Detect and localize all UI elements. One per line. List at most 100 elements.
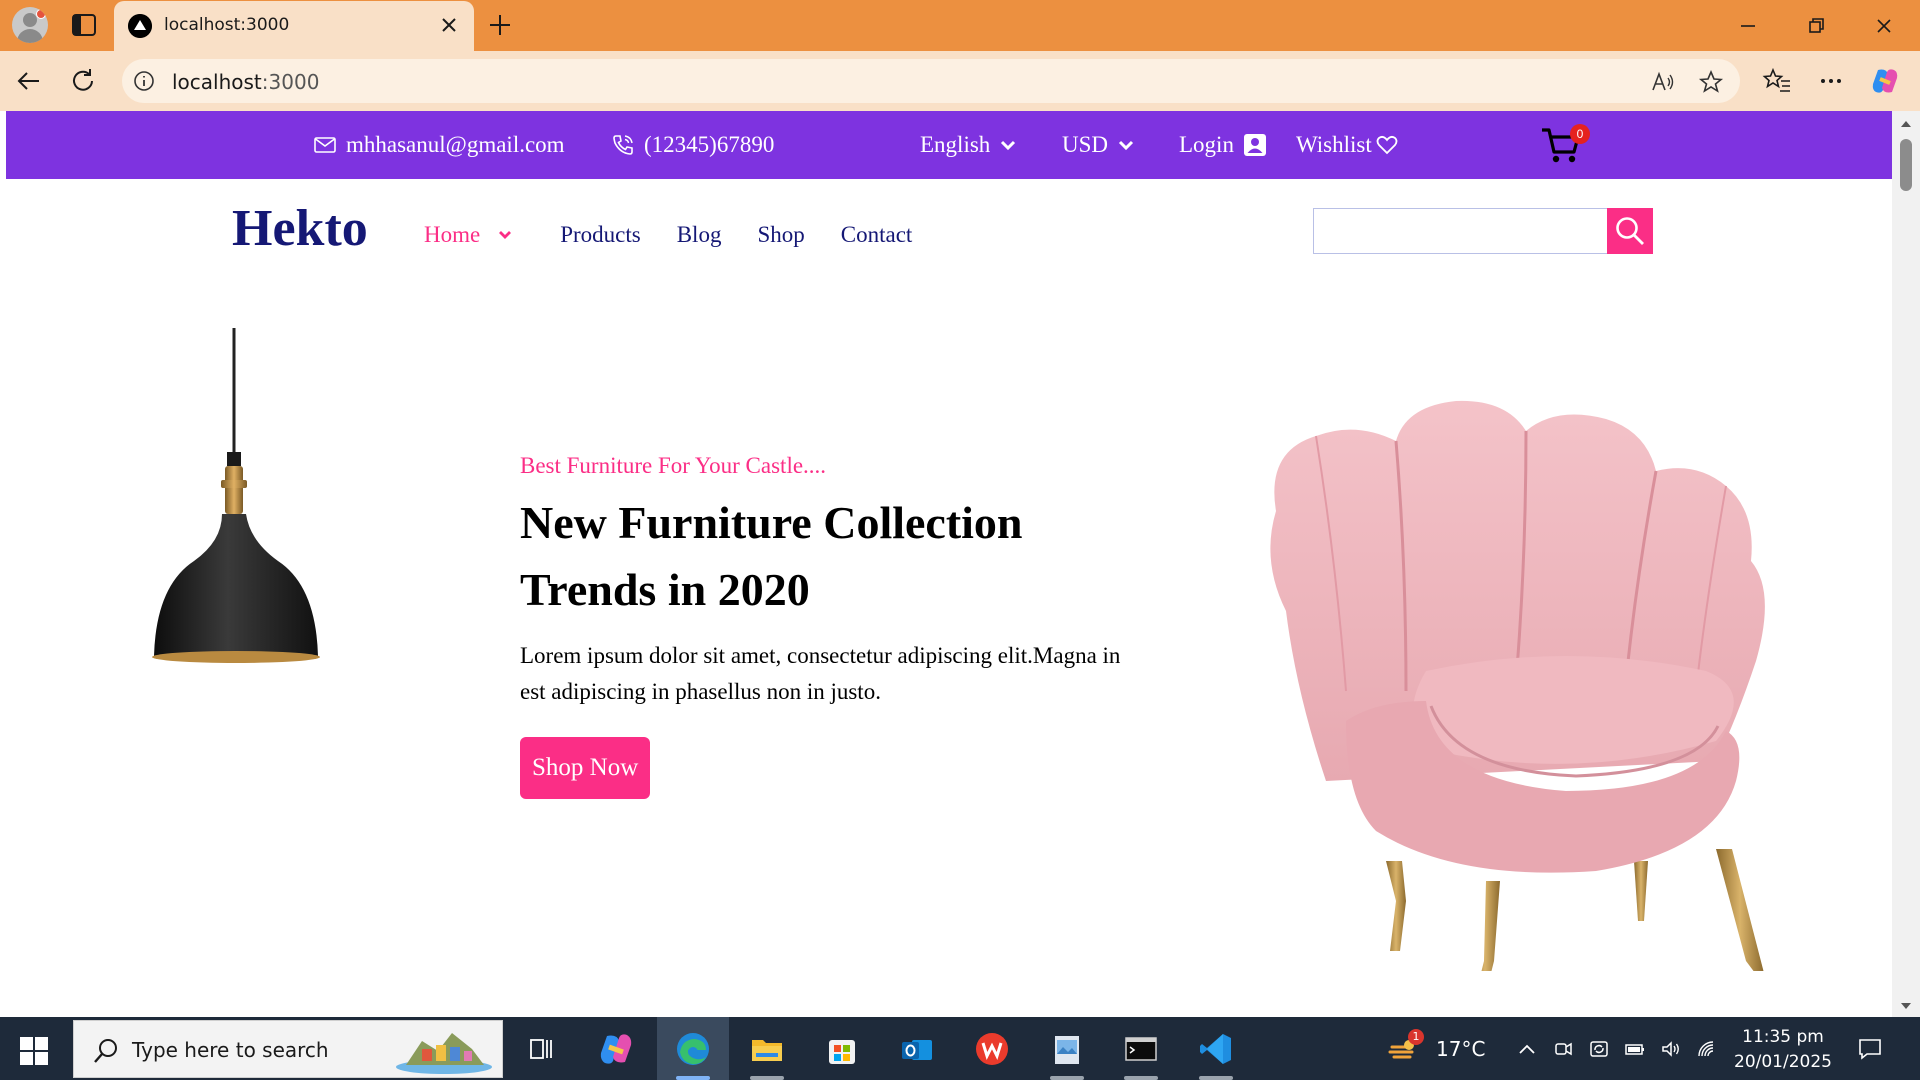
search-highlight-illustration-icon bbox=[396, 1033, 492, 1074]
vscode-running-indicator bbox=[1199, 1076, 1233, 1080]
outlook-icon[interactable] bbox=[898, 1030, 936, 1068]
menu-item-home[interactable]: Home bbox=[424, 222, 512, 248]
url-bar[interactable]: localhost:3000 bbox=[122, 59, 1740, 103]
chevron-down-icon bbox=[1001, 140, 1016, 151]
restore-icon[interactable] bbox=[1802, 12, 1830, 40]
email-contact[interactable]: mhhasanul@gmail.com bbox=[314, 111, 565, 179]
minimize-icon[interactable] bbox=[1734, 12, 1762, 40]
sync-status-icon[interactable] bbox=[1588, 1039, 1610, 1059]
site-logo[interactable]: Hekto bbox=[232, 199, 368, 258]
terminal-icon[interactable] bbox=[1122, 1030, 1160, 1068]
explorer-running-indicator bbox=[750, 1076, 784, 1080]
language-label: English bbox=[920, 132, 991, 157]
hero-headline: New Furniture Collection Trends in 2020 bbox=[520, 497, 1023, 615]
close-tab-icon[interactable] bbox=[438, 14, 460, 36]
wps-office-icon[interactable] bbox=[973, 1030, 1011, 1068]
copilot-icon[interactable] bbox=[597, 1030, 635, 1068]
search-icon bbox=[94, 1039, 117, 1063]
edge-icon[interactable] bbox=[674, 1030, 712, 1068]
read-aloud-icon[interactable] bbox=[1650, 69, 1676, 95]
main-menu: Home Products Blog Shop Contact bbox=[424, 215, 948, 255]
search-input[interactable] bbox=[1314, 209, 1606, 253]
menu-item-products[interactable]: Products bbox=[560, 222, 641, 248]
copilot-icon[interactable] bbox=[1870, 66, 1900, 96]
notifications-icon[interactable] bbox=[1857, 1037, 1883, 1061]
menu-item-blog[interactable]: Blog bbox=[677, 222, 722, 248]
hero-text-block: Best Furniture For Your Castle.... New F… bbox=[520, 453, 1140, 799]
wifi-icon[interactable] bbox=[1696, 1039, 1718, 1059]
phone-icon bbox=[613, 135, 633, 155]
email-text: mhhasanul@gmail.com bbox=[346, 132, 565, 157]
hero-description: Lorem ipsum dolor sit amet, consectetur … bbox=[520, 643, 1121, 704]
tab-title: localhost:3000 bbox=[164, 15, 290, 35]
new-tab-icon[interactable] bbox=[486, 11, 514, 39]
microsoft-store-icon[interactable] bbox=[823, 1030, 861, 1068]
search-box bbox=[1313, 208, 1653, 254]
close-window-icon[interactable] bbox=[1870, 12, 1898, 40]
temperature-text[interactable]: 17°C bbox=[1436, 1037, 1485, 1061]
address-toolbar: localhost:3000 bbox=[0, 51, 1920, 111]
login-label: Login bbox=[1179, 132, 1234, 157]
tab-actions-icon[interactable] bbox=[70, 12, 98, 38]
mail-icon bbox=[314, 137, 336, 153]
phone-contact[interactable]: (12345)67890 bbox=[612, 111, 774, 179]
currency-label: USD bbox=[1062, 132, 1109, 157]
hero-subtitle: Best Furniture For Your Castle.... bbox=[520, 453, 827, 478]
taskbar-search[interactable]: Type here to search bbox=[73, 1020, 503, 1078]
favorite-star-icon[interactable] bbox=[1698, 69, 1724, 95]
image-viewer-icon[interactable] bbox=[1048, 1030, 1086, 1068]
windows-start-icon[interactable] bbox=[20, 1037, 48, 1065]
user-icon bbox=[1243, 134, 1266, 156]
scroll-down-icon[interactable] bbox=[1899, 999, 1913, 1013]
volume-icon[interactable] bbox=[1660, 1039, 1682, 1059]
search-icon bbox=[1616, 217, 1644, 245]
file-explorer-icon[interactable] bbox=[748, 1030, 786, 1068]
browser-tab-bar: localhost:3000 bbox=[0, 0, 1920, 51]
system-clock[interactable]: 11:35 pm 20/01/2025 bbox=[1728, 1025, 1838, 1075]
search-button[interactable] bbox=[1607, 208, 1653, 254]
profile-avatar[interactable] bbox=[12, 7, 48, 43]
wishlist-link[interactable]: Wishlist bbox=[1296, 111, 1398, 179]
page-viewport: mhhasanul@gmail.com (12345)67890 English… bbox=[6, 111, 1892, 1017]
heart-icon bbox=[1376, 135, 1398, 155]
edge-active-indicator bbox=[676, 1076, 710, 1080]
more-options-icon[interactable] bbox=[1816, 66, 1846, 96]
browser-tab-active[interactable]: localhost:3000 bbox=[114, 1, 474, 51]
back-icon[interactable] bbox=[14, 66, 44, 96]
menu-item-contact[interactable]: Contact bbox=[841, 222, 913, 248]
taskbar-search-placeholder: Type here to search bbox=[132, 1038, 329, 1062]
weather-alert-badge: 1 bbox=[1408, 1029, 1424, 1045]
login-link[interactable]: Login bbox=[1179, 111, 1266, 179]
site-info-icon[interactable] bbox=[132, 69, 156, 93]
chevron-up-icon[interactable] bbox=[1516, 1039, 1538, 1059]
task-view-icon[interactable] bbox=[522, 1030, 560, 1068]
url-text: localhost:3000 bbox=[172, 70, 320, 94]
meet-now-icon[interactable] bbox=[1552, 1039, 1574, 1059]
menu-item-shop[interactable]: Shop bbox=[757, 222, 804, 248]
phone-text: (12345)67890 bbox=[644, 132, 775, 157]
clock-time: 11:35 pm bbox=[1742, 1027, 1824, 1047]
wishlist-label: Wishlist bbox=[1296, 132, 1372, 157]
vercel-favicon-icon bbox=[128, 14, 152, 38]
vscode-icon[interactable] bbox=[1197, 1030, 1235, 1068]
language-select[interactable]: English bbox=[920, 111, 1016, 179]
terminal-running-indicator bbox=[1124, 1076, 1158, 1080]
refresh-icon[interactable] bbox=[68, 66, 98, 96]
viewer-running-indicator bbox=[1050, 1076, 1084, 1080]
currency-select[interactable]: USD bbox=[1062, 111, 1134, 179]
chevron-down-icon bbox=[499, 231, 512, 239]
battery-icon[interactable] bbox=[1624, 1039, 1646, 1059]
shop-now-button[interactable]: Shop Now bbox=[520, 737, 651, 799]
favorites-icon[interactable] bbox=[1762, 66, 1792, 96]
cart-count-badge: 0 bbox=[1570, 124, 1590, 144]
page-scrollbar[interactable] bbox=[1892, 111, 1920, 1017]
scroll-up-icon[interactable] bbox=[1899, 117, 1913, 131]
windows-taskbar: Type here to search 1 17°C 11:35 pm 20/0… bbox=[0, 1017, 1920, 1080]
clock-date: 20/01/2025 bbox=[1734, 1052, 1832, 1072]
chevron-down-icon bbox=[1118, 140, 1134, 151]
pendant-lamp-image bbox=[152, 328, 320, 663]
pink-armchair-image bbox=[1270, 400, 1765, 971]
cart-button[interactable]: 0 bbox=[1540, 124, 1590, 167]
top-info-bar: mhhasanul@gmail.com (12345)67890 English… bbox=[6, 111, 1892, 179]
scrollbar-thumb[interactable] bbox=[1900, 139, 1912, 191]
